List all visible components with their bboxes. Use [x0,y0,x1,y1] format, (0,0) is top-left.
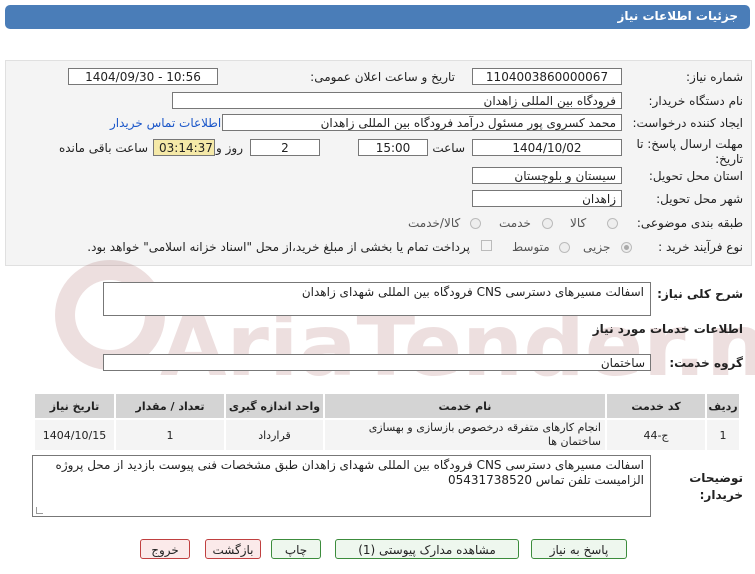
deadline-date-field: 1404/10/02 [472,139,622,156]
announce-field: 1404/09/30 - 10:56 [68,68,218,85]
deadline-label: مهلت ارسال پاسخ: تا تاریخ: [636,137,743,166]
col-header-name: نام خدمت [323,392,607,420]
col-header-index: ردیف [705,392,741,420]
need-number-field: 1104003860000067 [472,68,622,85]
reply-button[interactable]: پاسخ به نیاز [531,539,627,559]
announce-label: تاریخ و ساعت اعلان عمومی: [310,70,455,84]
col-header-date: تاریخ نیاز [33,392,116,420]
creator-field: محمد کسروی پور مسئول درآمد فرودگاه بین ا… [222,114,622,131]
services-table: ردیف کد خدمت نام خدمت واحد اندازه گیری ت… [33,392,741,452]
notes-field: اسفالت مسیرهای دسترسی CNS فرودگاه بین ال… [32,455,651,517]
service-group-field: ساختمان [103,354,651,371]
buyer-contact-link[interactable]: اطلاعات تماس خریدار [110,116,221,130]
creator-label: ایجاد کننده درخواست: [632,116,743,130]
need-number-label: شماره نیاز: [686,70,743,84]
cell-code: ج-44 [605,418,707,452]
back-button[interactable]: بازگشت [205,539,261,559]
summary-label: شرح کلی نیاز: [657,287,743,301]
category-option-both: کالا/خدمت [408,216,461,230]
summary-field: اسفالت مسیرهای دسترسی CNS فرودگاه بین ال… [103,282,651,316]
cell-unit: قرارداد [224,418,325,452]
notes-label: توضیحات خریدار: [689,471,743,502]
table-row: 1 ج-44 انجام کارهای متفرقه درخصوص بازساز… [33,418,741,452]
notes-line-2: الزامیست تلفن تماس 05431738520 [447,473,644,487]
process-radio-medium[interactable] [559,242,570,253]
days-label: روز و [216,141,243,155]
notes-line-1: اسفالت مسیرهای دسترسی CNS فرودگاه بین ال… [55,458,644,472]
print-button[interactable]: چاپ [271,539,321,559]
cell-qty: 1 [114,418,226,452]
services-heading: اطلاعات خدمات مورد نیاز [592,322,743,336]
buyer-label: نام دستگاه خریدار: [648,94,744,108]
cell-name: انجام کارهای متفرقه درخصوص بازسازی و بهس… [323,418,607,452]
category-option-goods: کالا [570,216,587,230]
col-header-unit: واحد اندازه گیری [224,392,325,420]
province-label: استان محل تحویل: [648,169,743,183]
table-header-row: ردیف کد خدمت نام خدمت واحد اندازه گیری ت… [33,392,741,420]
col-header-qty: تعداد / مقدار [114,392,226,420]
process-option-minor: جزیی [583,240,611,254]
treasury-payment-checkbox[interactable] [481,240,492,251]
resize-handle[interactable] [36,507,43,514]
category-radio-service[interactable] [542,218,553,229]
process-label: نوع فرآیند خرید : [658,240,743,254]
col-header-code: کد خدمت [605,392,707,420]
remaining-time-field: 03:14:37 [153,139,215,156]
category-label: طبقه بندی موضوعی: [636,216,743,230]
deadline-time-label: ساعت [432,141,465,155]
category-radio-goods[interactable] [607,218,618,229]
view-documents-button[interactable]: مشاهده مدارک پیوستی (1) [335,539,519,559]
exit-button[interactable]: خروج [140,539,190,559]
buyer-field: فرودگاه بین المللی زاهدان [172,92,622,109]
cell-index: 1 [705,418,741,452]
service-group-label: گروه خدمت: [669,356,743,370]
header-bar: جزئیات اطلاعات نیاز [5,5,750,29]
category-option-service: خدمت [499,216,531,230]
deadline-time-field: 15:00 [358,139,428,156]
process-radio-minor[interactable] [621,242,632,253]
remaining-label: ساعت باقی مانده [58,141,148,155]
province-field: سیستان و بلوچستان [472,167,622,184]
category-radio-both[interactable] [470,218,481,229]
city-label: شهر محل تحویل: [656,192,743,206]
cell-date: 1404/10/15 [33,418,116,452]
page-title: جزئیات اطلاعات نیاز [617,9,738,23]
process-option-medium: متوسط [512,240,550,254]
treasury-payment-text: پرداخت تمام یا بخشی از مبلغ خرید،از محل … [87,240,470,254]
city-field: زاهدان [472,190,622,207]
days-field: 2 [250,139,320,156]
